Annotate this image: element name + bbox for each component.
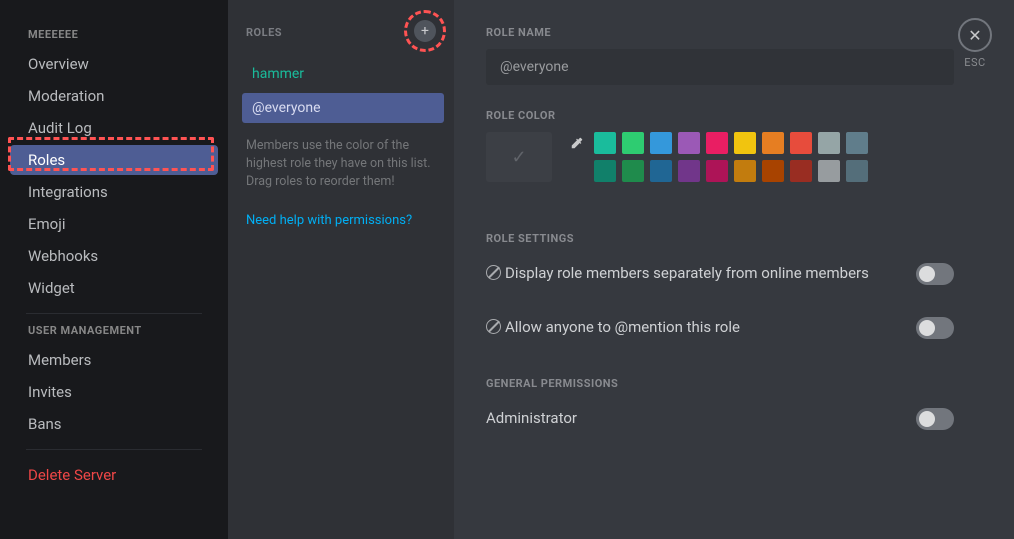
forbidden-icon bbox=[486, 319, 501, 334]
divider bbox=[26, 449, 202, 450]
color-swatch[interactable] bbox=[734, 160, 756, 182]
toggle-allow-mention[interactable] bbox=[916, 317, 954, 339]
divider bbox=[26, 313, 202, 314]
add-role-button[interactable]: + bbox=[414, 20, 436, 42]
nav-moderation[interactable]: Moderation bbox=[10, 81, 218, 111]
color-swatch[interactable] bbox=[650, 132, 672, 154]
toggle-administrator[interactable] bbox=[916, 408, 954, 430]
roles-list-column: ROLES + hammer @everyone Members use the… bbox=[228, 0, 454, 539]
role-name-label: ROLE NAME bbox=[486, 26, 954, 39]
color-swatch[interactable] bbox=[678, 132, 700, 154]
role-color-label: ROLE COLOR bbox=[486, 109, 954, 122]
color-swatch[interactable] bbox=[818, 132, 840, 154]
nav-audit-log[interactable]: Audit Log bbox=[10, 113, 218, 143]
nav-emoji[interactable]: Emoji bbox=[10, 209, 218, 239]
close-icon: ✕ bbox=[968, 26, 981, 45]
color-swatch[interactable] bbox=[762, 132, 784, 154]
nav-delete-server[interactable]: Delete Server bbox=[10, 460, 218, 490]
role-settings-label: ROLE SETTINGS bbox=[486, 232, 954, 245]
close-button[interactable]: ✕ bbox=[958, 18, 992, 52]
nav-overview[interactable]: Overview bbox=[10, 49, 218, 79]
nav-widget[interactable]: Widget bbox=[10, 273, 218, 303]
sidebar-section-server: MEEEEEE bbox=[28, 28, 208, 41]
color-picker-icon[interactable] bbox=[566, 132, 588, 154]
color-swatch[interactable] bbox=[734, 132, 756, 154]
role-editor-panel: ROLE NAME ROLE COLOR ✓ bbox=[454, 0, 1014, 539]
color-swatch[interactable] bbox=[594, 132, 616, 154]
color-swatch[interactable] bbox=[594, 160, 616, 182]
role-name-input[interactable] bbox=[486, 49, 954, 85]
color-swatch[interactable] bbox=[678, 160, 700, 182]
perm-administrator: Administrator bbox=[486, 408, 906, 429]
checkmark-icon: ✓ bbox=[511, 147, 526, 168]
color-swatch[interactable] bbox=[790, 132, 812, 154]
default-color-swatch[interactable]: ✓ bbox=[486, 132, 552, 182]
color-swatch[interactable] bbox=[818, 160, 840, 182]
setting-display-separately: Display role members separately from onl… bbox=[486, 263, 906, 284]
role-item-everyone[interactable]: @everyone bbox=[242, 93, 444, 123]
forbidden-icon bbox=[486, 265, 501, 280]
color-swatch[interactable] bbox=[762, 160, 784, 182]
permissions-help-link[interactable]: Need help with permissions? bbox=[246, 213, 412, 228]
color-swatch[interactable] bbox=[846, 132, 868, 154]
nav-roles[interactable]: Roles bbox=[10, 145, 218, 175]
nav-invites[interactable]: Invites bbox=[10, 377, 218, 407]
plus-icon: + bbox=[421, 23, 429, 39]
settings-sidebar: MEEEEEE Overview Moderation Audit Log Ro… bbox=[0, 0, 228, 539]
nav-integrations[interactable]: Integrations bbox=[10, 177, 218, 207]
nav-webhooks[interactable]: Webhooks bbox=[10, 241, 218, 271]
setting-allow-mention: Allow anyone to @mention this role bbox=[486, 317, 906, 338]
nav-members[interactable]: Members bbox=[10, 345, 218, 375]
sidebar-section-user-management: USER MANAGEMENT bbox=[28, 324, 208, 337]
role-item-hammer[interactable]: hammer bbox=[242, 59, 444, 89]
color-swatch[interactable] bbox=[706, 160, 728, 182]
color-swatch[interactable] bbox=[790, 160, 812, 182]
color-swatch[interactable] bbox=[622, 132, 644, 154]
esc-label: ESC bbox=[958, 56, 992, 69]
color-swatch[interactable] bbox=[622, 160, 644, 182]
general-permissions-label: GENERAL PERMISSIONS bbox=[486, 377, 954, 390]
color-swatch[interactable] bbox=[706, 132, 728, 154]
color-swatch[interactable] bbox=[846, 160, 868, 182]
nav-bans[interactable]: Bans bbox=[10, 409, 218, 439]
toggle-display-separately[interactable] bbox=[916, 263, 954, 285]
color-swatch[interactable] bbox=[650, 160, 672, 182]
roles-hint-text: Members use the color of the highest rol… bbox=[246, 137, 440, 191]
